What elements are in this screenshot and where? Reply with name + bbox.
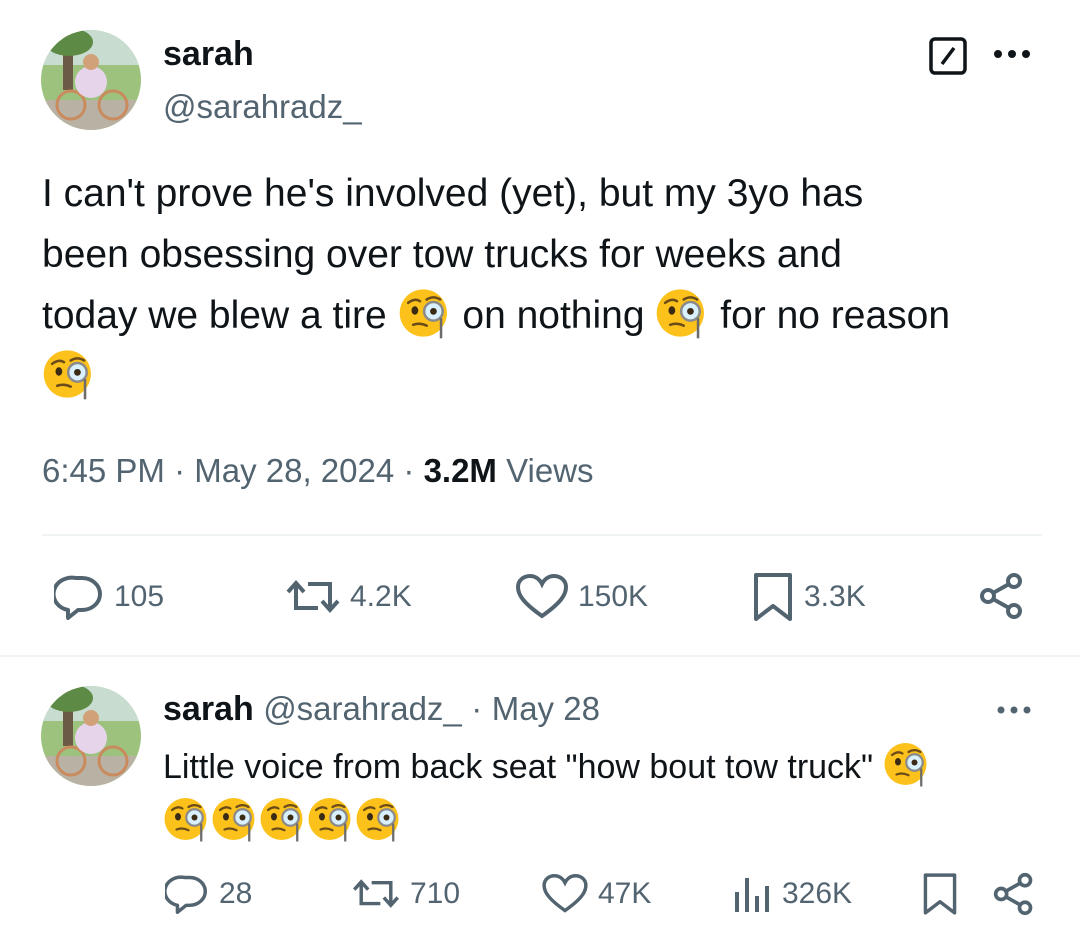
bookmark-button[interactable] bbox=[922, 872, 958, 921]
author-name[interactable]: sarah bbox=[163, 35, 254, 74]
bookmark-button[interactable]: 3.3K bbox=[752, 572, 866, 622]
face-with-monocle-icon bbox=[307, 795, 355, 843]
reply-icon bbox=[165, 875, 207, 914]
views-label: Views bbox=[506, 452, 594, 489]
avatar[interactable] bbox=[41, 686, 141, 786]
face-with-monocle-icon bbox=[883, 740, 931, 788]
repost-count: 4.2K bbox=[350, 580, 412, 613]
reply-icon bbox=[54, 575, 102, 620]
more-options-icon[interactable] bbox=[996, 702, 1036, 723]
heart-icon bbox=[516, 574, 568, 619]
reply-text-line: Little voice from back seat "how bout to… bbox=[163, 740, 1043, 793]
bookmark-icon bbox=[754, 573, 792, 621]
face-with-monocle-icon bbox=[398, 286, 452, 340]
divider bbox=[0, 655, 1080, 657]
reply-button[interactable]: 28 bbox=[165, 874, 252, 914]
face-with-monocle-icon bbox=[259, 795, 307, 843]
reply-date[interactable]: May 28 bbox=[492, 690, 600, 727]
face-with-monocle-icon bbox=[211, 795, 259, 843]
divider bbox=[42, 534, 1042, 536]
reply-text-line bbox=[163, 795, 1043, 848]
tweet-text-line bbox=[42, 346, 1052, 407]
like-count: 47K bbox=[598, 877, 652, 910]
tweet-text-segment: for no reason bbox=[720, 294, 951, 337]
repost-count: 710 bbox=[410, 877, 461, 910]
views-button[interactable]: 326K bbox=[732, 874, 852, 914]
author-handle[interactable]: @sarahradz_ bbox=[163, 88, 362, 126]
repost-button[interactable]: 4.2K bbox=[286, 574, 412, 620]
like-button[interactable]: 150K bbox=[516, 574, 648, 620]
like-count: 150K bbox=[578, 580, 649, 613]
grok-icon[interactable] bbox=[928, 36, 968, 76]
reply-author-name[interactable]: sarah bbox=[163, 690, 254, 728]
reply-count: 28 bbox=[219, 877, 253, 910]
tweet-text: I can't prove he's involved (yet), but m… bbox=[42, 163, 1052, 407]
tweet-time[interactable]: 6:45 PM bbox=[42, 452, 165, 489]
share-button[interactable] bbox=[978, 572, 1026, 625]
tweet-text-line: today we blew a tire on nothing for no r… bbox=[42, 285, 1052, 346]
repost-button[interactable]: 710 bbox=[352, 874, 460, 914]
reply-text: Little voice from back seat "how bout to… bbox=[163, 740, 1043, 848]
reply-header: sarah @sarahradz_ · May 28 bbox=[163, 690, 600, 729]
tweet-meta: 6:45 PM · May 28, 2024 · 3.2M Views bbox=[42, 452, 594, 490]
share-button[interactable] bbox=[992, 872, 1036, 921]
bookmark-icon bbox=[923, 873, 957, 915]
face-with-monocle-icon bbox=[163, 795, 211, 843]
reply-text-segment: Little voice from back seat "how bout to… bbox=[163, 748, 874, 786]
repost-icon bbox=[286, 579, 340, 614]
analytics-icon bbox=[735, 878, 769, 912]
repost-icon bbox=[352, 879, 400, 908]
bookmark-count: 3.3K bbox=[804, 580, 866, 613]
tweet-date[interactable]: May 28, 2024 bbox=[194, 452, 394, 489]
tweet-text-segment: on nothing bbox=[462, 294, 645, 337]
meta-separator: · bbox=[471, 690, 483, 727]
share-icon bbox=[993, 872, 1033, 916]
reply-count: 105 bbox=[114, 580, 165, 613]
like-button[interactable]: 47K bbox=[542, 874, 651, 914]
tweet-text-line: I can't prove he's involved (yet), but m… bbox=[42, 172, 864, 215]
more-options-icon[interactable] bbox=[992, 44, 1036, 69]
face-with-monocle-icon bbox=[42, 347, 96, 401]
views-count: 326K bbox=[782, 877, 853, 910]
face-with-monocle-icon bbox=[355, 795, 403, 843]
views-count[interactable]: 3.2M bbox=[424, 452, 497, 489]
reply-button[interactable]: 105 bbox=[54, 574, 164, 620]
meta-separator: · bbox=[403, 452, 415, 489]
tweet-text-segment: today we blew a tire bbox=[42, 294, 387, 337]
face-with-monocle-icon bbox=[655, 286, 709, 340]
tweet-text-line: been obsessing over tow trucks for weeks… bbox=[42, 233, 842, 276]
heart-icon bbox=[542, 874, 588, 913]
avatar[interactable] bbox=[41, 30, 141, 130]
meta-separator: · bbox=[174, 452, 186, 489]
reply-author-handle[interactable]: @sarahradz_ bbox=[263, 690, 462, 727]
share-icon bbox=[980, 573, 1022, 619]
